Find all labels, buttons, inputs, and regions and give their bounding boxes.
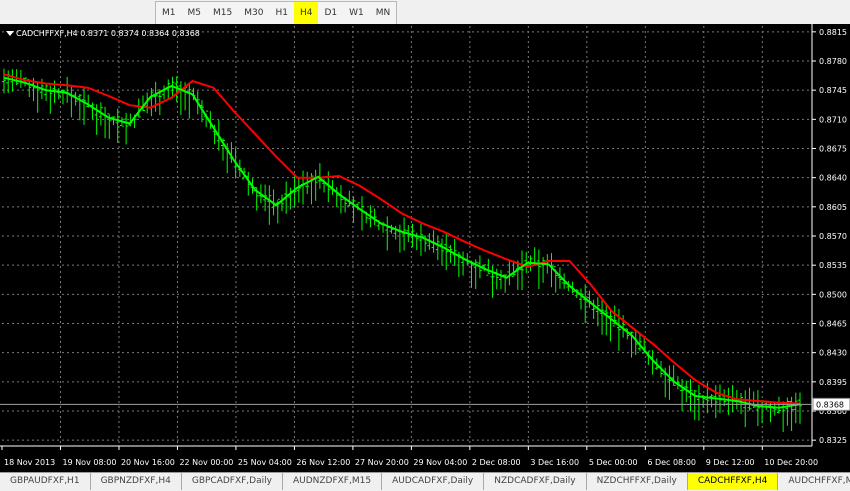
timeframe-m15-button[interactable]: M15: [207, 2, 238, 24]
x-tick-label: 3 Dec 16:00: [530, 458, 579, 467]
y-tick-label: 0.8640: [819, 174, 847, 183]
chart-tab[interactable]: GBPAUDFXF,H1: [0, 473, 91, 490]
y-tick-label: 0.8710: [819, 115, 847, 124]
x-tick-label: 18 Nov 2013: [4, 458, 55, 467]
x-tick-label: 2 Dec 08:00: [472, 458, 521, 467]
chart-tab[interactable]: GBPCADFXF,Daily: [182, 473, 283, 490]
price-chart[interactable]: 0.8815 0.8780 0.8745 0.8710 0.8675 0.8640 0.86…: [0, 24, 850, 472]
chart-canvas: 0.8815 0.8780 0.8745 0.8710 0.8675 0.8640 0.86…: [0, 24, 850, 467]
y-tick-label: 0.8535: [819, 261, 847, 270]
y-tick-label: 0.8500: [819, 290, 847, 299]
x-tick-label: 19 Nov 08:00: [62, 458, 116, 467]
timeframe-d1-button[interactable]: D1: [318, 2, 343, 24]
x-tick-label: 5 Dec 00:00: [589, 458, 638, 467]
y-tick-label: 0.8815: [819, 28, 847, 37]
y-tick-label: 0.8395: [819, 378, 847, 387]
x-tick-label: 29 Nov 04:00: [413, 458, 467, 467]
timeframe-w1-button[interactable]: W1: [343, 2, 370, 24]
chart-tabs: GBPAUDFXF,H1 GBPNZDFXF,H4 GBPCADFXF,Daily A…: [0, 472, 850, 491]
y-tick-label: 0.8675: [819, 145, 847, 154]
chart-tab[interactable]: NZDCHFFXF,Daily: [587, 473, 688, 490]
current-price-label: 0.8368: [816, 400, 844, 409]
chart-tab[interactable]: AUDCHFFXF,Mo: [778, 473, 850, 490]
x-tick-label: 9 Dec 12:00: [706, 458, 755, 467]
x-tick-label: 22 Nov 00:00: [179, 458, 233, 467]
chart-tab[interactable]: NZDCADFXF,Daily: [484, 473, 587, 490]
timeframe-toolbar: M1 M5 M15 M30 H1 H4 D1 W1 MN: [0, 0, 850, 25]
chart-header: CADCHFFXF,H4 0.8371 0.8374 0.8364 0.8368: [16, 29, 200, 38]
x-tick-label: 6 Dec 08:00: [647, 458, 696, 467]
chart-tab[interactable]: AUDCADFXF,Daily: [382, 473, 485, 490]
dropdown-triangle-icon[interactable]: [6, 31, 14, 36]
y-tick-label: 0.8430: [819, 349, 847, 358]
chart-tab[interactable]: CADCHFFXF,H4: [687, 473, 779, 490]
y-tick-label: 0.8605: [819, 203, 847, 212]
timeframe-m30-button[interactable]: M30: [238, 2, 269, 24]
chart-tab[interactable]: AUDNZDFXF,M15: [283, 473, 383, 490]
x-tick-label: 26 Nov 12:00: [296, 458, 350, 467]
timeframe-buttons: M1 M5 M15 M30 H1 H4 D1 W1 MN: [155, 1, 398, 25]
y-tick-label: 0.8325: [819, 436, 847, 445]
x-tick-label: 20 Nov 16:00: [121, 458, 175, 467]
y-tick-label: 0.8465: [819, 320, 847, 329]
y-tick-label: 0.8780: [819, 57, 847, 66]
timeframe-m5-button[interactable]: M5: [182, 2, 208, 24]
timeframe-mn-button[interactable]: MN: [370, 2, 397, 24]
x-tick-label: 10 Dec 20:00: [764, 458, 818, 467]
timeframe-h4-button[interactable]: H4: [293, 2, 319, 24]
y-tick-label: 0.8745: [819, 86, 847, 95]
chart-tab[interactable]: GBPNZDFXF,H4: [91, 473, 182, 490]
timeframe-h1-button[interactable]: H1: [269, 2, 294, 24]
x-tick-label: 25 Nov 04:00: [238, 458, 292, 467]
x-tick-label: 27 Nov 20:00: [355, 458, 409, 467]
timeframe-m1-button[interactable]: M1: [156, 2, 182, 24]
fast-moving-average-line: [3, 76, 801, 409]
slow-moving-average-line: [3, 73, 801, 405]
y-tick-label: 0.8570: [819, 232, 847, 241]
